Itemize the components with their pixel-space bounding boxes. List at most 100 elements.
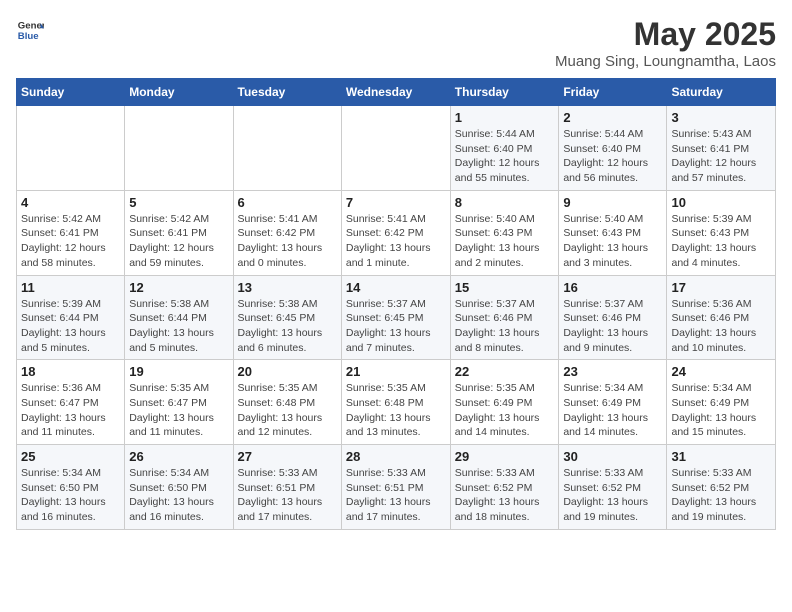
calendar-title: May 2025 [555, 16, 776, 53]
table-row: 25Sunrise: 5:34 AM Sunset: 6:50 PM Dayli… [17, 445, 125, 530]
svg-text:General: General [18, 20, 44, 31]
day-info: Sunrise: 5:39 AM Sunset: 6:43 PM Dayligh… [671, 212, 771, 271]
day-info: Sunrise: 5:35 AM Sunset: 6:48 PM Dayligh… [238, 381, 337, 440]
day-number: 17 [671, 280, 771, 295]
day-info: Sunrise: 5:33 AM Sunset: 6:52 PM Dayligh… [671, 466, 771, 525]
table-row [341, 106, 450, 191]
day-number: 19 [129, 364, 228, 379]
calendar-table: Sunday Monday Tuesday Wednesday Thursday… [16, 78, 776, 530]
table-row: 21 Sunrise: 5:35 AM Sunset: 6:48 PM Dayli… [341, 360, 450, 445]
day-number: 27 [238, 449, 337, 464]
table-row: 8 Sunrise: 5:40 AM Sunset: 6:43 PM Daylig… [450, 190, 559, 275]
table-row: 11Sunrise: 5:39 AM Sunset: 6:44 PM Dayli… [17, 275, 125, 360]
calendar-week-row: 1 Sunrise: 5:44 AM Sunset: 6:40 PM Daylig… [17, 106, 776, 191]
header-wednesday: Wednesday [341, 79, 450, 106]
day-number: 10 [671, 195, 771, 210]
table-row: 31 Sunrise: 5:33 AM Sunset: 6:52 PM Dayli… [667, 445, 776, 530]
weekday-header-row: Sunday Monday Tuesday Wednesday Thursday… [17, 79, 776, 106]
day-info: Sunrise: 5:34 AM Sunset: 6:49 PM Dayligh… [563, 381, 662, 440]
day-number: 15 [455, 280, 555, 295]
day-info: Sunrise: 5:38 AM Sunset: 6:45 PM Dayligh… [238, 297, 337, 356]
table-row: 30 Sunrise: 5:33 AM Sunset: 6:52 PM Dayli… [559, 445, 667, 530]
calendar-subtitle: Muang Sing, Loungnamtha, Laos [555, 53, 776, 70]
day-info: Sunrise: 5:33 AM Sunset: 6:52 PM Dayligh… [455, 466, 555, 525]
day-info: Sunrise: 5:33 AM Sunset: 6:51 PM Dayligh… [346, 466, 446, 525]
day-info: Sunrise: 5:41 AM Sunset: 6:42 PM Dayligh… [238, 212, 337, 271]
table-row: 10 Sunrise: 5:39 AM Sunset: 6:43 PM Dayli… [667, 190, 776, 275]
day-info: Sunrise: 5:34 AM Sunset: 6:49 PM Dayligh… [671, 381, 771, 440]
table-row: 18 Sunrise: 5:36 AM Sunset: 6:47 PM Dayli… [17, 360, 125, 445]
day-info: Sunrise: 5:42 AM Sunset: 6:41 PM Dayligh… [21, 212, 120, 271]
day-number: 14 [346, 280, 446, 295]
table-row: 2Sunrise: 5:44 AM Sunset: 6:40 PM Daylig… [559, 106, 667, 191]
day-info: Sunrise: 5:37 AM Sunset: 6:46 PM Dayligh… [563, 297, 662, 356]
table-row [17, 106, 125, 191]
day-info: Sunrise: 5:44 AM Sunset: 6:40 PM Dayligh… [455, 127, 555, 186]
day-number: 24 [671, 364, 771, 379]
day-number: 16 [563, 280, 662, 295]
day-info: Sunrise: 5:35 AM Sunset: 6:48 PM Dayligh… [346, 381, 446, 440]
day-info: Sunrise: 5:40 AM Sunset: 6:43 PM Dayligh… [563, 212, 662, 271]
table-row: 27 Sunrise: 5:33 AM Sunset: 6:51 PM Dayli… [233, 445, 341, 530]
day-number: 7 [346, 195, 446, 210]
day-number: 30 [563, 449, 662, 464]
table-row: 28 Sunrise: 5:33 AM Sunset: 6:51 PM Dayli… [341, 445, 450, 530]
table-row: 6 Sunrise: 5:41 AM Sunset: 6:42 PM Daylig… [233, 190, 341, 275]
day-info: Sunrise: 5:36 AM Sunset: 6:47 PM Dayligh… [21, 381, 120, 440]
day-number: 28 [346, 449, 446, 464]
table-row: 5Sunrise: 5:42 AM Sunset: 6:41 PM Daylig… [125, 190, 233, 275]
title-block: May 2025 Muang Sing, Loungnamtha, Laos [555, 16, 776, 70]
table-row: 22 Sunrise: 5:35 AM Sunset: 6:49 PM Dayli… [450, 360, 559, 445]
day-number: 22 [455, 364, 555, 379]
day-number: 26 [129, 449, 228, 464]
table-row: 20Sunrise: 5:35 AM Sunset: 6:48 PM Dayli… [233, 360, 341, 445]
calendar-week-row: 11Sunrise: 5:39 AM Sunset: 6:44 PM Dayli… [17, 275, 776, 360]
table-row: 13 Sunrise: 5:38 AM Sunset: 6:45 PM Dayli… [233, 275, 341, 360]
header-sunday: Sunday [17, 79, 125, 106]
svg-text:Blue: Blue [18, 31, 39, 42]
table-row: 15Sunrise: 5:37 AM Sunset: 6:46 PM Dayli… [450, 275, 559, 360]
header-monday: Monday [125, 79, 233, 106]
day-number: 18 [21, 364, 120, 379]
calendar-week-row: 25 Sunrise: 5:34 AM Sunset: 6:50 PM Dayli… [17, 445, 776, 530]
header-thursday: Thursday [450, 79, 559, 106]
table-row: 3Sunrise: 5:43 AM Sunset: 6:41 PM Daylig… [667, 106, 776, 191]
day-number: 9 [563, 195, 662, 210]
day-info: Sunrise: 5:40 AM Sunset: 6:43 PM Dayligh… [455, 212, 555, 271]
header-tuesday: Tuesday [233, 79, 341, 106]
header-saturday: Saturday [667, 79, 776, 106]
table-row: 17 Sunrise: 5:36 AM Sunset: 6:46 PM Dayli… [667, 275, 776, 360]
day-number: 31 [671, 449, 771, 464]
day-number: 8 [455, 195, 555, 210]
table-row: 7Sunrise: 5:41 AM Sunset: 6:42 PM Daylig… [341, 190, 450, 275]
day-number: 6 [238, 195, 337, 210]
day-info: Sunrise: 5:35 AM Sunset: 6:49 PM Dayligh… [455, 381, 555, 440]
day-number: 29 [455, 449, 555, 464]
day-info: Sunrise: 5:36 AM Sunset: 6:46 PM Dayligh… [671, 297, 771, 356]
day-info: Sunrise: 5:34 AM Sunset: 6:50 PM Dayligh… [129, 466, 228, 525]
day-info: Sunrise: 5:33 AM Sunset: 6:51 PM Dayligh… [238, 466, 337, 525]
table-row [125, 106, 233, 191]
day-info: Sunrise: 5:42 AM Sunset: 6:41 PM Dayligh… [129, 212, 228, 271]
page-header: General Blue May 2025 Muang Sing, Loungn… [16, 16, 776, 70]
logo-icon: General Blue [16, 16, 44, 44]
table-row: 24 Sunrise: 5:34 AM Sunset: 6:49 PM Dayli… [667, 360, 776, 445]
day-number: 3 [671, 110, 771, 125]
table-row: 9 Sunrise: 5:40 AM Sunset: 6:43 PM Daylig… [559, 190, 667, 275]
table-row [233, 106, 341, 191]
table-row: 4Sunrise: 5:42 AM Sunset: 6:41 PM Daylig… [17, 190, 125, 275]
day-number: 21 [346, 364, 446, 379]
header-friday: Friday [559, 79, 667, 106]
day-number: 1 [455, 110, 555, 125]
day-number: 25 [21, 449, 120, 464]
calendar-week-row: 18 Sunrise: 5:36 AM Sunset: 6:47 PM Dayli… [17, 360, 776, 445]
table-row: 19Sunrise: 5:35 AM Sunset: 6:47 PM Dayli… [125, 360, 233, 445]
day-info: Sunrise: 5:33 AM Sunset: 6:52 PM Dayligh… [563, 466, 662, 525]
day-number: 23 [563, 364, 662, 379]
table-row: 1 Sunrise: 5:44 AM Sunset: 6:40 PM Daylig… [450, 106, 559, 191]
day-number: 13 [238, 280, 337, 295]
day-number: 11 [21, 280, 120, 295]
day-info: Sunrise: 5:37 AM Sunset: 6:45 PM Dayligh… [346, 297, 446, 356]
table-row: 12Sunrise: 5:38 AM Sunset: 6:44 PM Dayli… [125, 275, 233, 360]
logo: General Blue [16, 16, 44, 44]
